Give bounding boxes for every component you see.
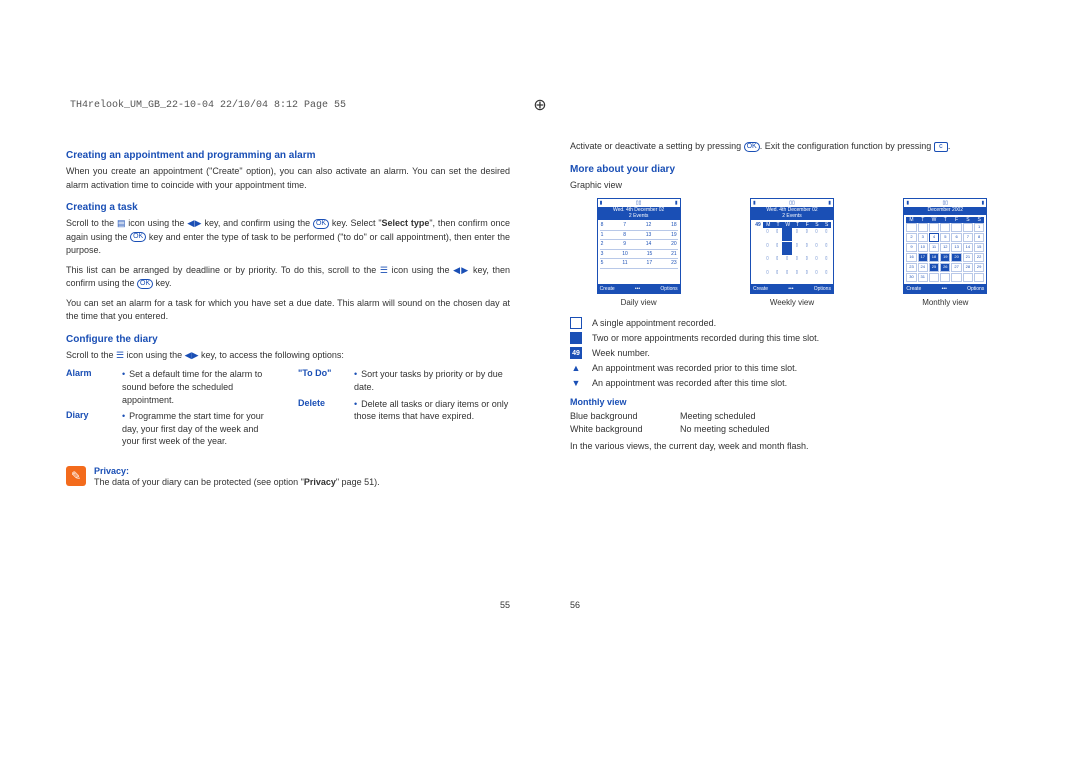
legend-after-icon: ▼	[570, 377, 582, 389]
para-create-task-3: You can set an alarm for a task for whic…	[66, 297, 510, 324]
crop-mark-icon: ⊕	[528, 95, 552, 119]
monthly-view-table: Blue backgroundMeeting scheduled White b…	[570, 411, 1014, 434]
opt-todo-desc: •Sort your tasks by priority or by due d…	[354, 368, 510, 393]
opt-todo-label: "To Do"	[298, 368, 354, 393]
legend-before-icon: ▲	[570, 362, 582, 374]
legend-multi-icon	[570, 332, 582, 344]
legend-before-text: An appointment was recorded prior to thi…	[592, 363, 797, 373]
mv-white-label: White background	[570, 424, 680, 434]
nav-lr-icon: ◀▶	[187, 218, 201, 228]
signal-icon: ▮	[600, 200, 603, 206]
para-create-appointment: When you create an appointment ("Create"…	[66, 165, 510, 192]
legend: A single appointment recorded. Two or mo…	[570, 317, 1014, 389]
privacy-label: Privacy:	[94, 466, 380, 476]
signal-icon: ▮	[753, 200, 756, 206]
page-left: Creating an appointment and programming …	[66, 140, 510, 580]
mv-blue-value: Meeting scheduled	[680, 411, 756, 421]
page-number-right: 56	[570, 600, 580, 610]
legend-after-text: An appointment was recorded after this t…	[592, 378, 787, 388]
settings-icon: ☰	[116, 350, 124, 360]
opt-delete-label: Delete	[298, 398, 354, 423]
privacy-note: ✎ Privacy: The data of your diary can be…	[66, 466, 510, 490]
ok-key-icon: OK	[137, 279, 153, 289]
para-create-task-1: Scroll to the ▤ icon using the ◀▶ key, a…	[66, 217, 510, 258]
legend-multi-text: Two or more appointments recorded during…	[592, 333, 819, 343]
opt-diary-label: Diary	[66, 410, 122, 448]
ok-key-icon: OK	[313, 219, 329, 229]
privacy-icon: ✎	[66, 466, 86, 486]
heading-monthly-view: Monthly view	[570, 397, 1014, 407]
phone-screen-daily: ▮▯▯▮ Wed. 4th December 022 Events 871218…	[597, 198, 681, 294]
legend-single-icon	[570, 317, 582, 329]
label-daily-view: Daily view	[597, 298, 681, 307]
page-spread: Creating an appointment and programming …	[16, 140, 1064, 580]
opt-delete-desc: •Delete all tasks or diary items or only…	[354, 398, 510, 423]
heading-more-diary: More about your diary	[570, 164, 1014, 175]
para-activate: Activate or deactivate a setting by pres…	[570, 140, 1014, 154]
page-right: Activate or deactivate a setting by pres…	[570, 140, 1014, 580]
closing-text: In the various views, the current day, w…	[570, 440, 1014, 454]
heading-create-task: Creating a task	[66, 202, 510, 213]
nav-lr-icon: ◀▶	[185, 350, 199, 360]
legend-weeknum-icon: 49	[570, 347, 582, 359]
nav-lr-icon: ◀▶	[453, 265, 469, 275]
privacy-body: The data of your diary can be protected …	[94, 476, 380, 490]
para-create-task-2: This list can be arranged by deadline or…	[66, 264, 510, 291]
opt-diary-desc: •Programme the start time for your day, …	[122, 410, 278, 448]
battery-icon: ▮	[828, 200, 831, 206]
options-grid: Alarm •Set a default time for the alarm …	[66, 368, 510, 452]
signal-icon: ▮	[906, 200, 909, 206]
c-key-icon: c	[934, 142, 948, 152]
label-monthly-view: Monthly view	[903, 298, 987, 307]
para-configure-intro: Scroll to the ☰ icon using the ◀▶ key, t…	[66, 349, 510, 363]
screen-row: ▮▯▯▮ Wed. 4th December 022 Events 871218…	[570, 198, 1014, 307]
settings-icon: ☰	[380, 265, 388, 275]
page-number-left: 55	[500, 600, 510, 610]
heading-create-appointment: Creating an appointment and programming …	[66, 150, 510, 161]
mv-blue-label: Blue background	[570, 411, 680, 421]
opt-alarm-desc: •Set a default time for the alarm to sou…	[122, 368, 278, 406]
legend-single-text: A single appointment recorded.	[592, 318, 716, 328]
opt-alarm-label: Alarm	[66, 368, 122, 406]
mv-white-value: No meeting scheduled	[680, 424, 770, 434]
ok-key-icon: OK	[744, 142, 760, 152]
legend-weeknum-text: Week number.	[592, 348, 650, 358]
phone-screen-weekly: ▮▯▯▮ Wed. 4th December 022 Events 49MTWT…	[750, 198, 834, 294]
print-header: TH4relook_UM_GB_22-10-04 22/10/04 8:12 P…	[70, 100, 346, 111]
phone-screen-monthly: ▮▯▯▮ December 2002 MTWTFSS 1234567891011…	[903, 198, 987, 294]
battery-icon: ▮	[675, 200, 678, 206]
heading-configure-diary: Configure the diary	[66, 334, 510, 345]
graphic-view-label: Graphic view	[570, 179, 1014, 193]
ok-key-icon: OK	[130, 232, 146, 242]
battery-icon: ▮	[982, 200, 985, 206]
label-weekly-view: Weekly view	[750, 298, 834, 307]
